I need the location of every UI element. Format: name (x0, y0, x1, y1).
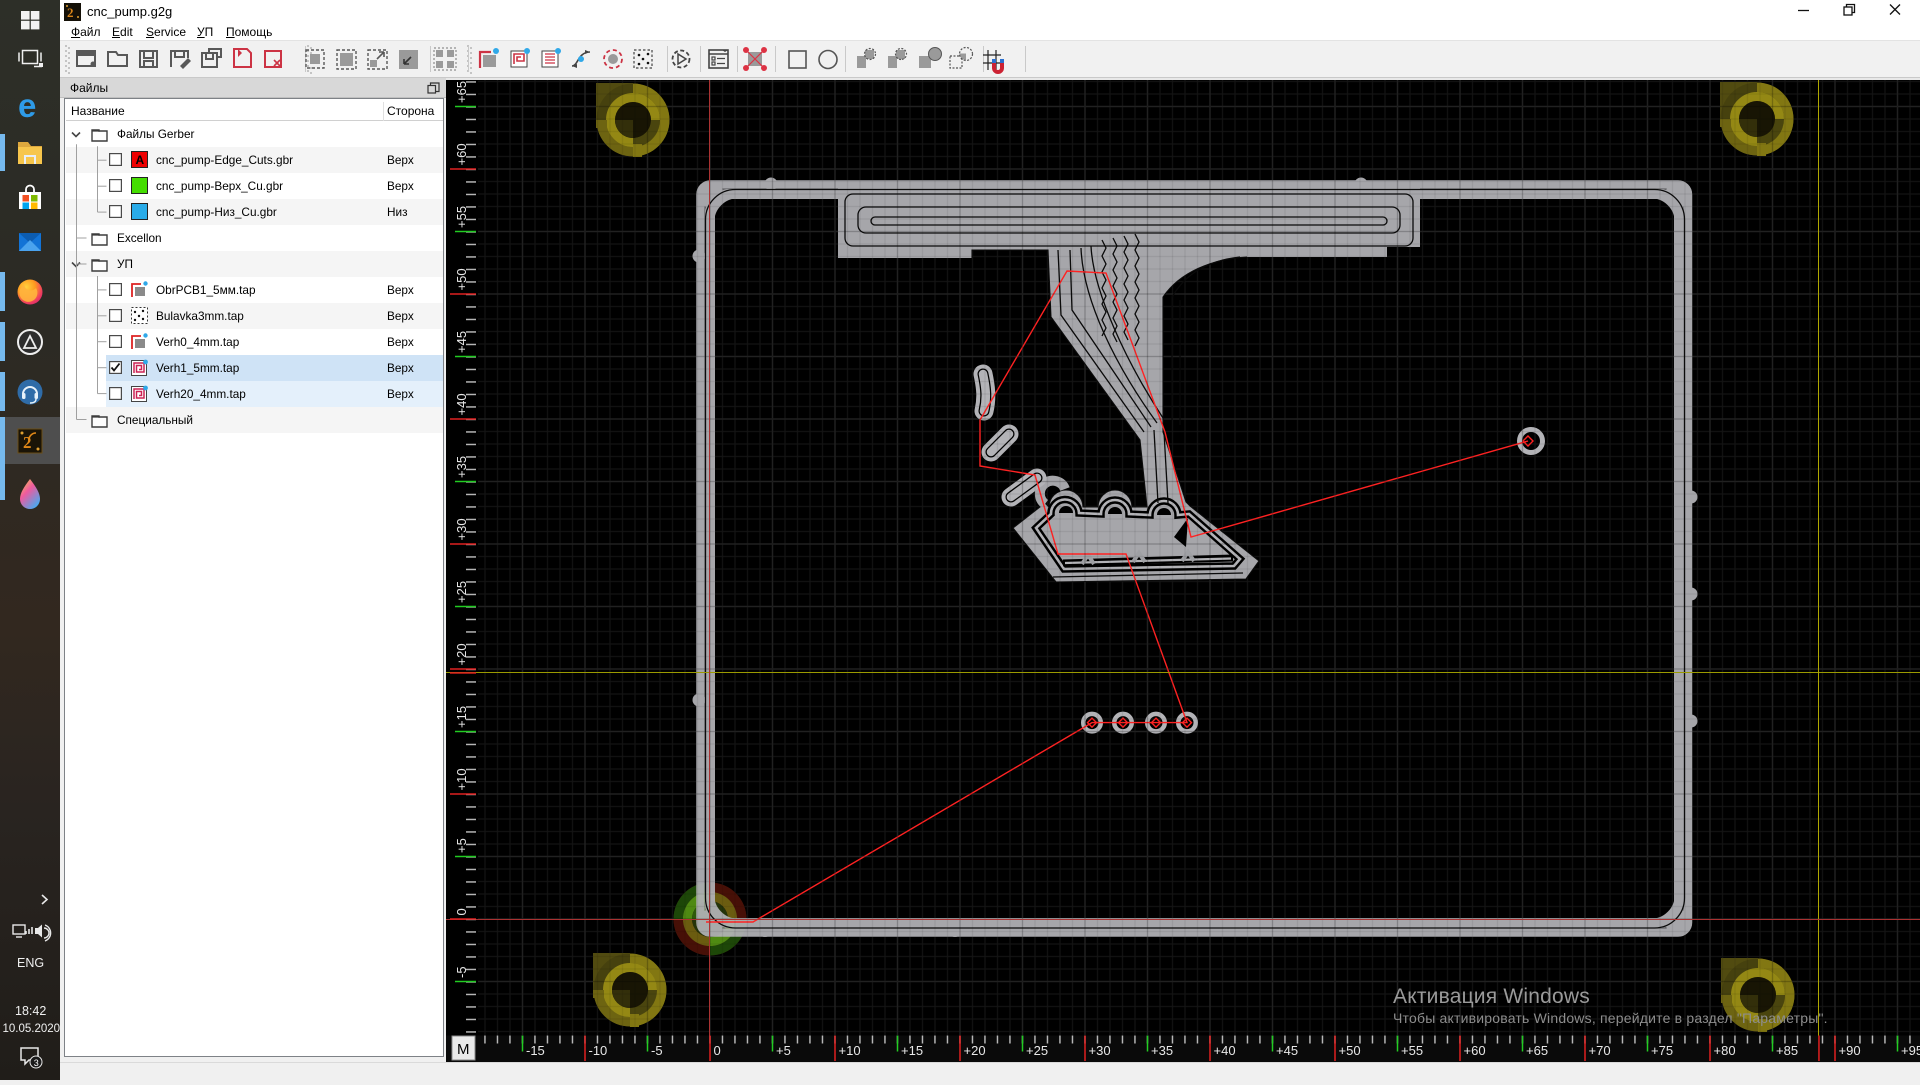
svg-text:M: M (457, 1041, 470, 1058)
svg-text:+60: +60 (454, 143, 469, 165)
svg-text:+15: +15 (454, 706, 469, 728)
svg-text:Чтобы активировать Windows, пе: Чтобы активировать Windows, перейдите в … (1393, 1010, 1828, 1026)
svg-text:+35: +35 (454, 456, 469, 478)
svg-text:2: 2 (67, 5, 74, 20)
svg-text:+35: +35 (1151, 1043, 1173, 1058)
svg-text:+55: +55 (454, 206, 469, 228)
svg-text:+60: +60 (1464, 1043, 1486, 1058)
svg-text:+30: +30 (1089, 1043, 1111, 1058)
svg-text:-5: -5 (454, 966, 469, 978)
svg-text:ENG: ENG (17, 956, 44, 970)
svg-text:+20: +20 (964, 1043, 986, 1058)
svg-text:0: 0 (454, 908, 469, 915)
svg-text:3: 3 (34, 1058, 39, 1068)
svg-text:+95: +95 (1901, 1043, 1920, 1058)
svg-text:+70: +70 (1589, 1043, 1611, 1058)
svg-text:+30: +30 (454, 518, 469, 540)
svg-text:+5: +5 (776, 1043, 791, 1058)
svg-text:+80: +80 (1714, 1043, 1736, 1058)
svg-text:+45: +45 (454, 331, 469, 353)
svg-text:+10: +10 (839, 1043, 861, 1058)
svg-text:0: 0 (714, 1043, 721, 1058)
svg-text:A: A (136, 153, 145, 167)
svg-text:+15: +15 (901, 1043, 923, 1058)
svg-text:e: e (18, 87, 36, 124)
svg-text:+45: +45 (1276, 1043, 1298, 1058)
svg-text:-15: -15 (526, 1043, 545, 1058)
svg-text:+85: +85 (1776, 1043, 1798, 1058)
svg-text:+10: +10 (454, 768, 469, 790)
svg-text:+40: +40 (1214, 1043, 1236, 1058)
svg-text:+25: +25 (1026, 1043, 1048, 1058)
svg-text:-10: -10 (589, 1043, 608, 1058)
svg-text:-5: -5 (651, 1043, 663, 1058)
svg-text:+90: +90 (1839, 1043, 1861, 1058)
svg-text:+55: +55 (1401, 1043, 1423, 1058)
svg-text:Активация Windows: Активация Windows (1393, 985, 1590, 1008)
svg-text:+40: +40 (454, 393, 469, 415)
svg-text:+65: +65 (1526, 1043, 1548, 1058)
svg-text:10.05.2020: 10.05.2020 (3, 1023, 61, 1035)
svg-text:+25: +25 (454, 581, 469, 603)
svg-text:18:42: 18:42 (15, 1004, 46, 1018)
svg-text:+5: +5 (454, 838, 469, 853)
svg-text:+50: +50 (454, 268, 469, 290)
svg-text:+65: +65 (454, 81, 469, 103)
svg-text:+20: +20 (454, 643, 469, 665)
svg-text:+75: +75 (1651, 1043, 1673, 1058)
svg-text:+50: +50 (1339, 1043, 1361, 1058)
